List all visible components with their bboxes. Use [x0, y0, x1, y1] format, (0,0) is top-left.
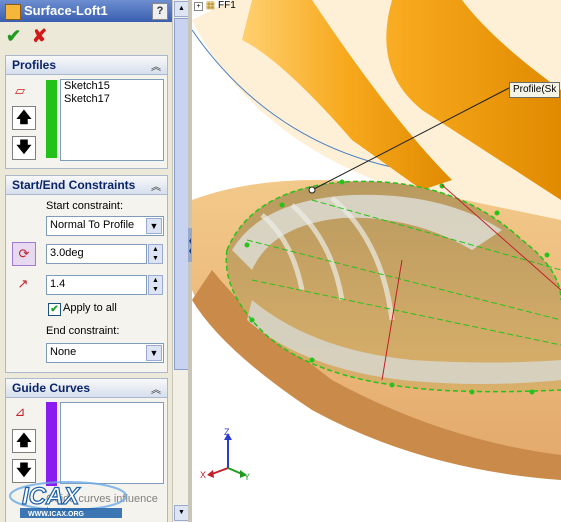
feature-title-bar: Surface-Loft1 ?	[0, 0, 172, 22]
tangent-length-field[interactable]: 1.4	[46, 275, 147, 295]
profiles-list[interactable]: Sketch15 Sketch17	[60, 79, 164, 161]
guide-curve-selection-icon: ⊿	[14, 404, 26, 419]
tree-item-label: FF1	[218, 0, 236, 11]
axis-y-label: Y	[244, 472, 250, 480]
icax-watermark-logo: ICAX WWW.ICAX.ORG	[9, 481, 127, 518]
draft-angle-spinner[interactable]: ▲ ▼	[148, 244, 163, 264]
tangent-length-icon: ↗	[17, 276, 29, 291]
scroll-thumb[interactable]	[174, 18, 189, 370]
constraints-group: Start/End Constraints ︽ Start constraint…	[5, 175, 168, 373]
move-up-button[interactable]: 🡅	[12, 106, 36, 130]
axis-x-label: X	[200, 470, 206, 480]
start-constraint-select[interactable]: Normal To Profile ▼	[46, 216, 164, 236]
collapse-icon[interactable]: ︽	[151, 58, 161, 73]
list-item[interactable]: Sketch15	[61, 80, 163, 93]
cancel-button[interactable]: ✘	[32, 27, 47, 45]
profiles-color-bar	[46, 80, 57, 158]
profile-callout[interactable]: Profile(Sk	[509, 82, 561, 98]
apply-to-all-label: Apply to all	[63, 302, 117, 314]
constraints-header-label: Start/End Constraints	[12, 178, 136, 192]
apply-to-all-checkbox[interactable]: ✔	[48, 303, 61, 316]
collapse-icon[interactable]: ︽	[151, 178, 161, 193]
chevron-down-icon[interactable]: ▼	[146, 345, 162, 361]
panel-scrollbar[interactable]: ▲ ▼	[172, 0, 189, 522]
guide-curves-list[interactable]	[60, 402, 164, 484]
feature-tree-item[interactable]: + ▦ FF1	[194, 0, 236, 11]
end-constraint-select[interactable]: None ▼	[46, 343, 164, 363]
guide-curves-header-label: Guide Curves	[12, 381, 91, 395]
callout-anchor	[308, 186, 316, 194]
ok-button[interactable]: ✔	[6, 27, 21, 45]
help-button[interactable]: ?	[152, 3, 168, 20]
chevron-down-icon[interactable]: ▼	[146, 218, 162, 234]
part-icon: ▦	[205, 0, 216, 11]
reference-triad: Z X Y	[200, 428, 250, 480]
draft-angle-value: 3.0deg	[50, 247, 84, 259]
start-constraint-value: Normal To Profile	[50, 219, 135, 231]
svg-text:ICAX: ICAX	[22, 483, 81, 510]
list-item[interactable]: Sketch17	[61, 93, 163, 106]
feature-title: Surface-Loft1	[24, 3, 108, 18]
expand-icon[interactable]: +	[194, 2, 203, 11]
draft-angle-icon: ⟳	[12, 242, 36, 266]
tangent-length-value: 1.4	[50, 278, 66, 290]
move-down-button[interactable]: 🡇	[12, 136, 36, 160]
scroll-up-button[interactable]: ▲	[174, 1, 189, 17]
constraints-group-header[interactable]: Start/End Constraints ︽	[6, 176, 167, 195]
graphics-area[interactable]: + ▦ FF1 Profile(Sk Z X Y	[192, 0, 561, 522]
scroll-down-button[interactable]: ▼	[174, 505, 189, 521]
profiles-group-header[interactable]: Profiles ︽	[6, 56, 167, 75]
profile-selection-icon: ▱	[15, 83, 25, 98]
end-constraint-label: End constraint:	[46, 325, 120, 337]
axis-z-label: Z	[224, 428, 230, 437]
collapse-icon[interactable]: ︽	[151, 381, 161, 396]
move-up-button[interactable]: 🡅	[12, 429, 36, 453]
svg-text:WWW.ICAX.ORG: WWW.ICAX.ORG	[28, 511, 85, 518]
draft-angle-field[interactable]: 3.0deg	[46, 244, 147, 264]
property-manager: Surface-Loft1 ? ✔ ✘ Profiles ︽ ▱ Sketch1…	[0, 0, 172, 522]
loft-feature-icon	[5, 4, 21, 20]
tangent-length-spinner[interactable]: ▲ ▼	[148, 275, 163, 295]
guide-curves-group-header[interactable]: Guide Curves ︽	[6, 379, 167, 398]
profiles-group: Profiles ︽ ▱ Sketch15 Sketch17 🡅 🡇	[5, 55, 168, 169]
profiles-header-label: Profiles	[12, 58, 57, 72]
start-constraint-label: Start constraint:	[46, 200, 124, 212]
end-constraint-value: None	[50, 346, 77, 358]
